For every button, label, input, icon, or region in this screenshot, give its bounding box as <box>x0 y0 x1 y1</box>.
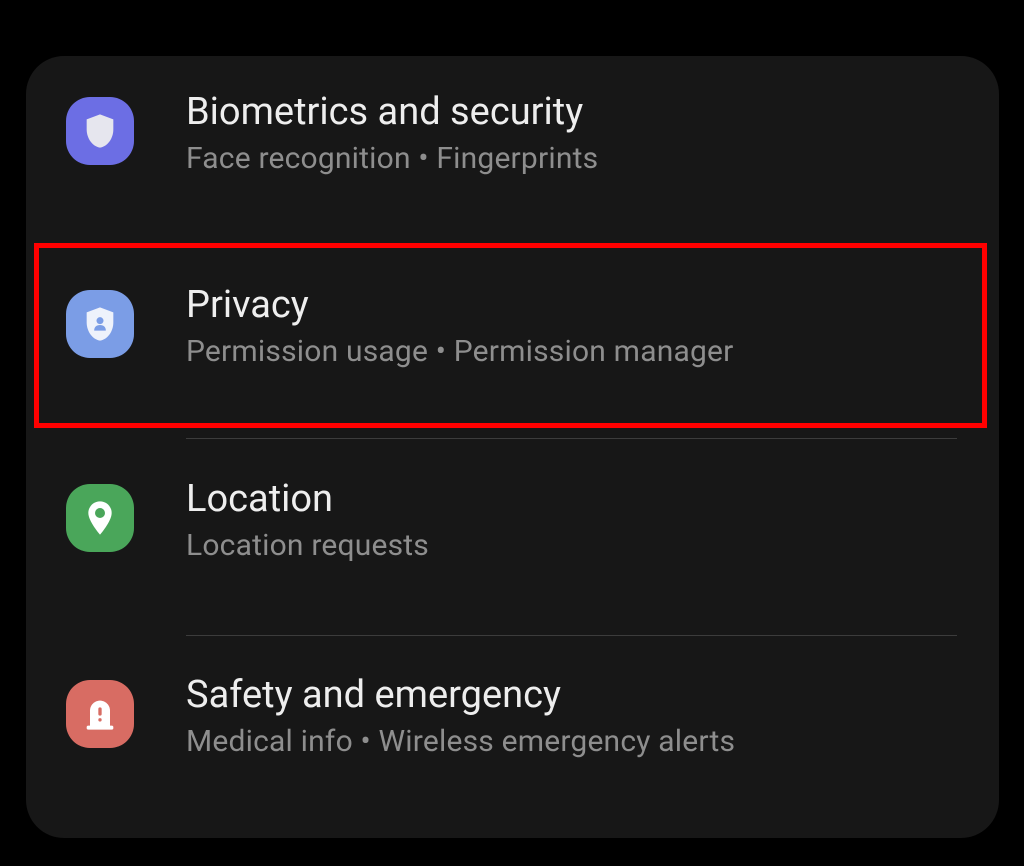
item-subtitle: Location requests <box>186 528 429 563</box>
alert-siren-icon <box>66 680 134 748</box>
location-pin-icon <box>66 484 134 552</box>
shield-person-icon <box>66 290 134 358</box>
settings-item-privacy[interactable]: Privacy Permission usage • Permission ma… <box>26 284 999 419</box>
item-subtitle: Permission usage • Permission manager <box>186 334 734 369</box>
item-title: Privacy <box>186 284 734 328</box>
shield-icon <box>66 97 134 165</box>
settings-item-location[interactable]: Location Location requests <box>26 478 999 613</box>
item-subtitle: Face recognition • Fingerprints <box>186 141 598 176</box>
item-title: Location <box>186 478 429 522</box>
settings-item-safety[interactable]: Safety and emergency Medical info • Wire… <box>26 674 999 809</box>
item-title: Biometrics and security <box>186 91 598 135</box>
divider <box>186 438 957 439</box>
settings-panel: Biometrics and security Face recognition… <box>26 56 999 838</box>
settings-item-biometrics[interactable]: Biometrics and security Face recognition… <box>26 91 999 226</box>
item-subtitle: Medical info • Wireless emergency alerts <box>186 724 735 759</box>
item-title: Safety and emergency <box>186 674 735 718</box>
divider <box>186 635 957 636</box>
